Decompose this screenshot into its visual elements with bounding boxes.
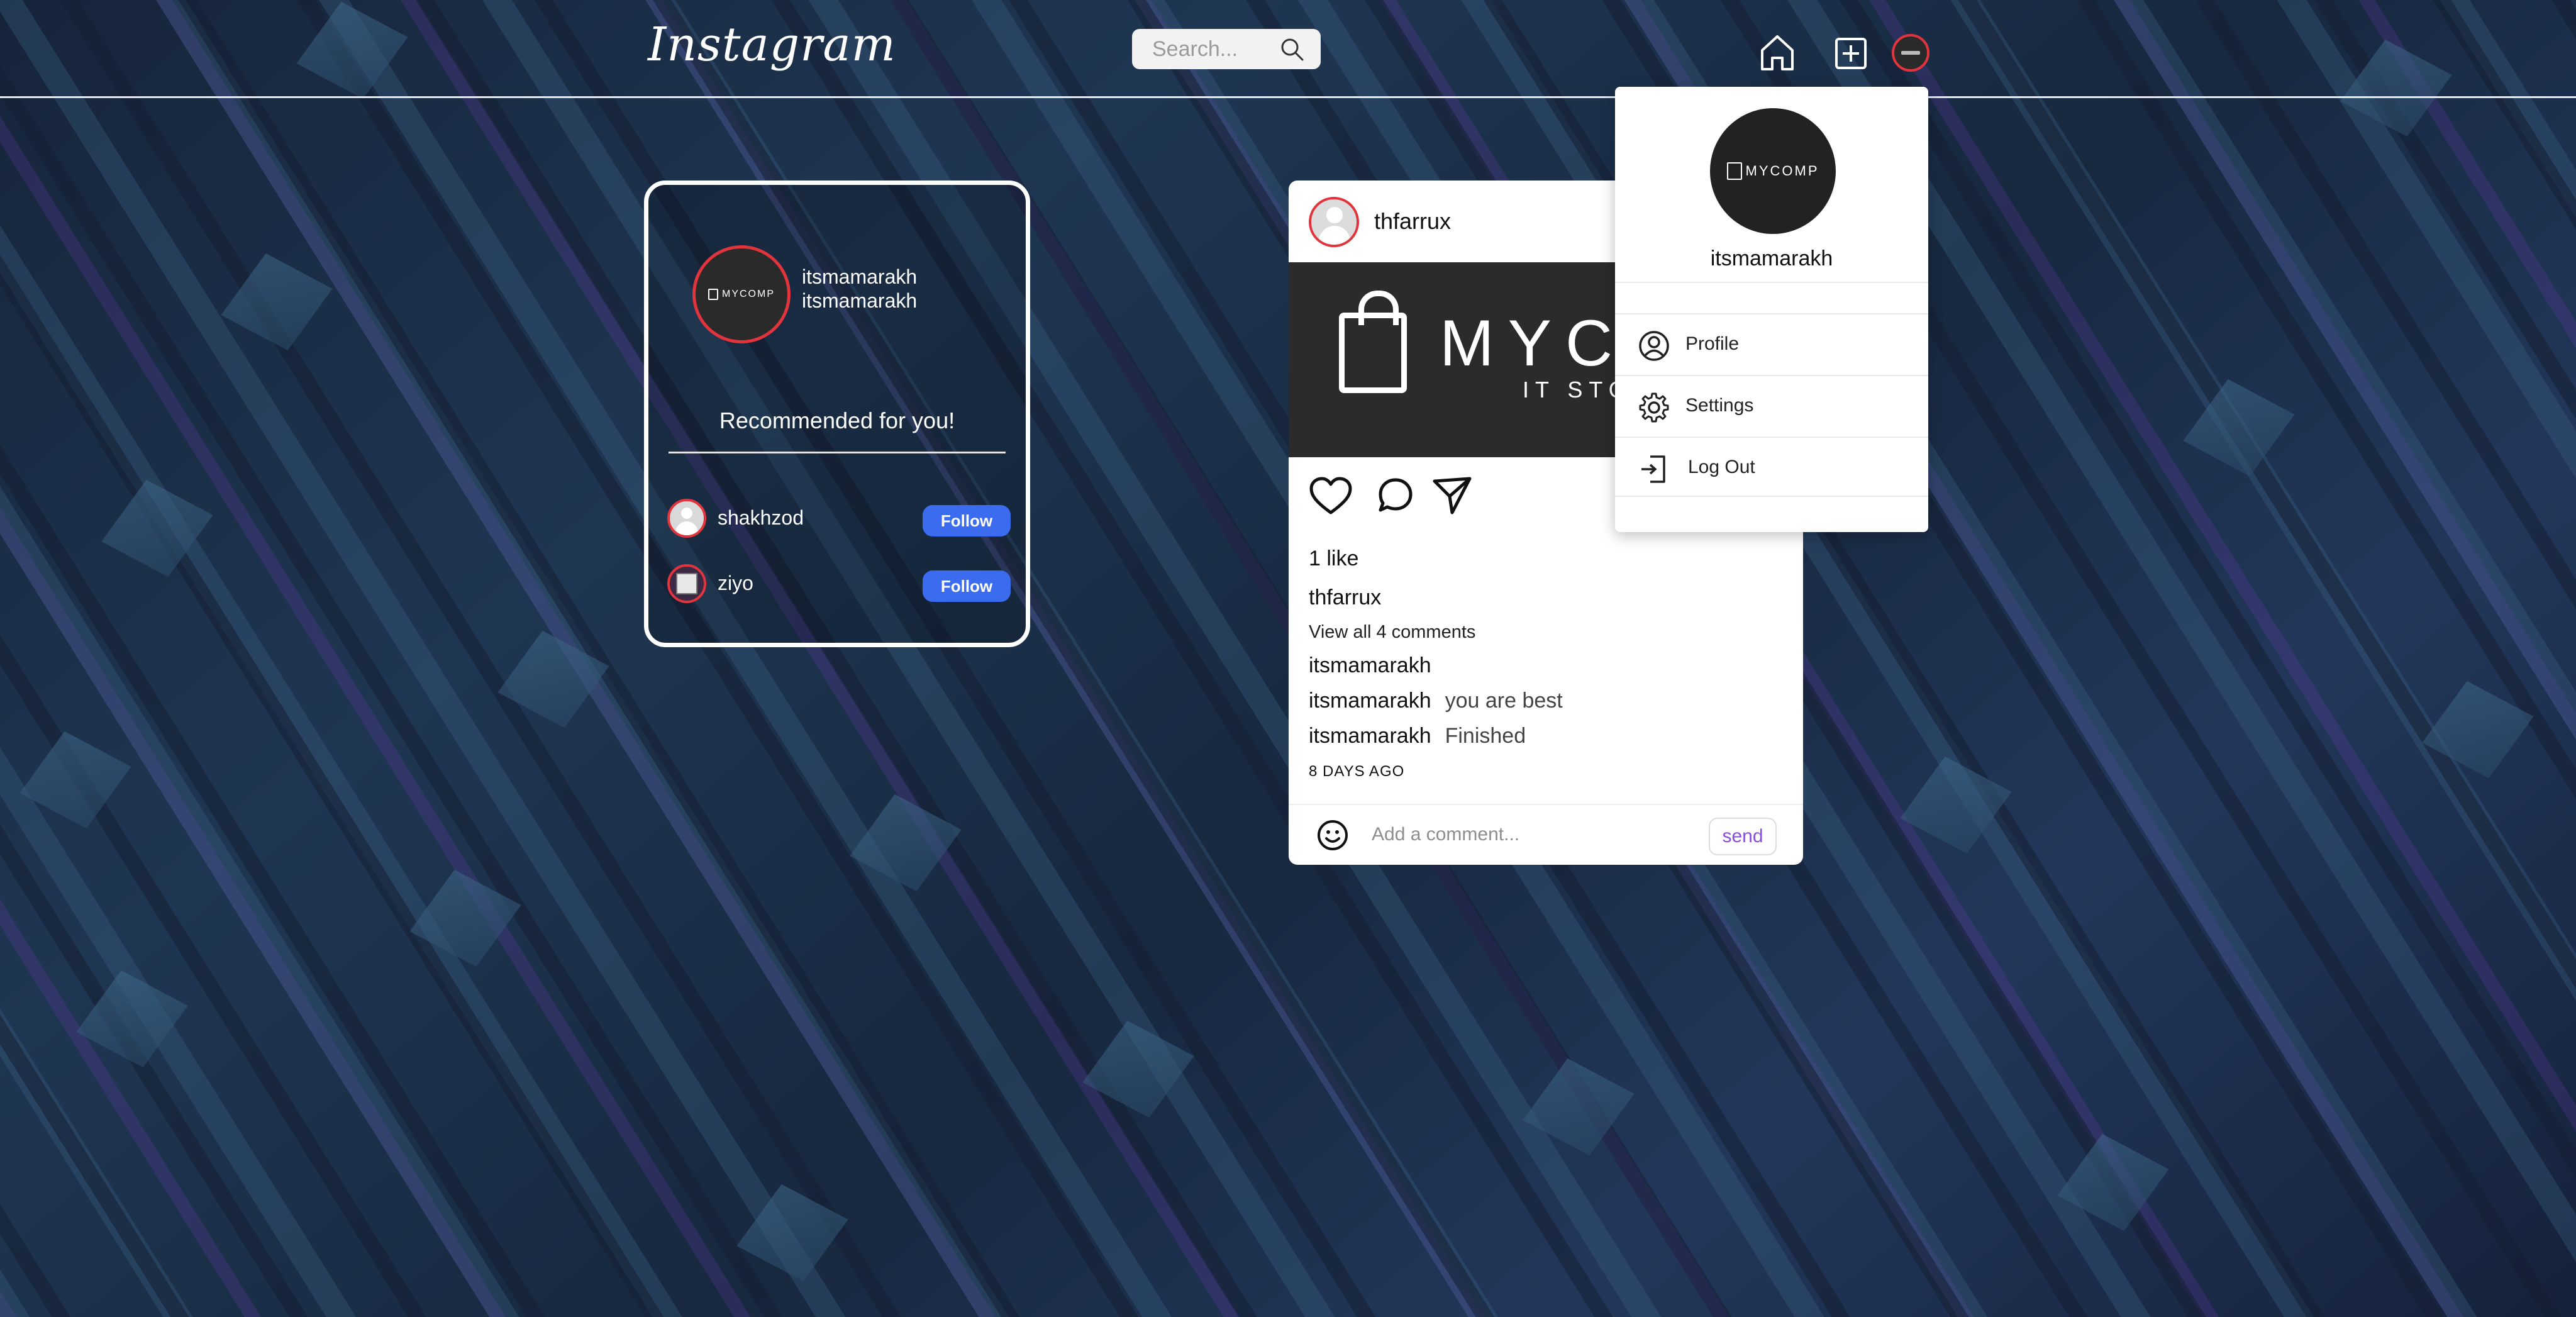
divider (1615, 282, 1928, 283)
comment-text: you are best (1445, 689, 1563, 713)
logout-icon (1641, 455, 1665, 483)
search-icon[interactable] (1279, 36, 1304, 62)
comment-item: itsmamarakh you are best (1309, 689, 1563, 713)
menu-item-label: Profile (1685, 333, 1740, 354)
search-box (1132, 29, 1321, 69)
menu-item-label: Log Out (1688, 457, 1755, 477)
current-user-avatar[interactable]: MYCOMP (692, 245, 791, 343)
emoji-icon[interactable] (1316, 819, 1349, 852)
shopping-bag-icon (1339, 291, 1407, 393)
comment-input[interactable] (1370, 819, 1700, 850)
profile-suggestions-card: MYCOMP itsmamarakh itsmamarakh Recommend… (644, 181, 1030, 647)
follow-button[interactable]: Follow (923, 505, 1011, 536)
menu-item-label: Settings (1685, 395, 1754, 416)
recommended-heading: Recommended for you! (719, 408, 955, 433)
menu-item-logout[interactable]: Log Out (1615, 438, 1928, 498)
comment-text: Finished (1445, 724, 1526, 748)
menu-item-profile[interactable]: Profile (1615, 314, 1928, 375)
heart-icon[interactable] (1309, 476, 1353, 516)
background-wallpaper (0, 0, 2576, 1317)
post-author-avatar[interactable] (1309, 197, 1359, 247)
search-input[interactable] (1151, 36, 1279, 62)
dropdown-avatar[interactable]: MYCOMP (1710, 108, 1836, 234)
send-comment-button[interactable]: send (1709, 818, 1777, 855)
post-author-username[interactable]: thfarrux (1374, 208, 1451, 235)
top-navbar: Instagram (0, 0, 2576, 98)
suggestion-row: shakhzod Follow (667, 499, 1011, 539)
comment-username[interactable]: itsmamarakh (1309, 689, 1431, 713)
likes-count[interactable]: 1 like (1309, 547, 1358, 571)
caption-username[interactable]: thfarrux (1309, 586, 1381, 610)
comment-username[interactable]: itsmamarakh (1309, 653, 1431, 677)
home-icon[interactable] (1758, 33, 1796, 73)
logo-text: MYCOMP (1745, 163, 1819, 179)
logo-text: MYCOMP (722, 289, 775, 299)
current-username[interactable]: itsmamarakh (802, 265, 917, 289)
new-post-icon[interactable] (1834, 36, 1868, 70)
suggestion-username[interactable]: ziyo (718, 572, 753, 595)
menu-item-settings[interactable]: Settings (1615, 376, 1928, 436)
suggestion-username[interactable]: shakhzod (718, 506, 804, 530)
profile-avatar-button[interactable] (1892, 34, 1929, 72)
user-circle-icon (1639, 331, 1669, 361)
suggestion-row: ziyo Follow (667, 564, 1011, 604)
gear-icon (1639, 392, 1669, 423)
suggestion-avatar-broken-image[interactable] (667, 564, 706, 603)
mycomp-logo: MYCOMP (1726, 162, 1819, 180)
dropdown-username: itsmamarakh (1710, 247, 1833, 270)
comment-icon[interactable] (1377, 476, 1414, 514)
view-all-comments-link[interactable]: View all 4 comments (1309, 622, 1475, 643)
add-comment-bar: send (1289, 804, 1803, 865)
bag-icon (1726, 162, 1742, 180)
instagram-logo[interactable]: Instagram (648, 18, 896, 72)
share-icon[interactable] (1432, 476, 1472, 515)
comment-item: itsmamarakh (1309, 653, 1445, 678)
profile-dropdown-menu: MYCOMP itsmamarakh Profile Settings Log … (1615, 87, 1928, 532)
avatar-logo-mark (1901, 51, 1920, 55)
comment-item: itsmamarakh Finished (1309, 724, 1526, 748)
post-timestamp: 8 DAYS AGO (1309, 763, 1405, 780)
follow-button[interactable]: Follow (923, 570, 1011, 602)
current-display-name: itsmamarakh (802, 289, 918, 312)
mycomp-logo: MYCOMP (708, 289, 775, 300)
bag-icon (708, 289, 718, 300)
suggestion-avatar[interactable] (667, 499, 706, 538)
divider (669, 452, 1006, 453)
comment-username[interactable]: itsmamarakh (1309, 724, 1431, 748)
divider (1615, 496, 1928, 497)
